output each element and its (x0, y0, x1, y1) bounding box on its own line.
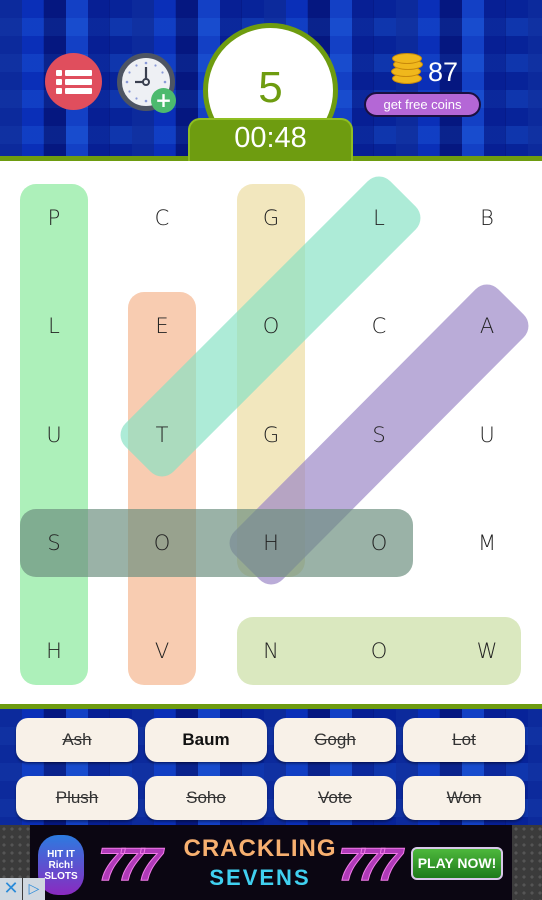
grid-cell[interactable]: G (241, 198, 301, 238)
highlight-vote (128, 292, 196, 685)
grid-cell[interactable]: S (349, 415, 409, 455)
word-tile-vote[interactable]: Vote (274, 776, 396, 820)
grid-cell[interactable]: O (132, 523, 192, 563)
menu-button[interactable] (45, 53, 102, 110)
grid-cell[interactable]: W (457, 631, 517, 671)
word-tile-ash[interactable]: Ash (16, 718, 138, 762)
word-tile-baum[interactable]: Baum (145, 718, 267, 762)
ad-creative[interactable]: HIT IT Rich! SLOTS 777 CRACKLING SEVENS … (30, 825, 512, 900)
coin-stack-icon (391, 53, 423, 86)
close-icon[interactable]: ✕ (0, 878, 22, 900)
grid-cell[interactable]: N (241, 631, 301, 671)
grid-cell[interactable]: B (457, 198, 517, 238)
ad-banner[interactable]: HIT IT Rich! SLOTS 777 CRACKLING SEVENS … (0, 825, 542, 900)
ad-sevens-left: 777 (98, 838, 164, 891)
plus-icon: + (151, 88, 176, 113)
ad-sevens-right: 777 (338, 838, 404, 891)
letter-grid[interactable]: P C G L B L E O C A U T G S U S O H O M H V N O W (0, 161, 542, 704)
grid-cell[interactable]: L (24, 306, 84, 346)
ad-subtitle: SEVENS (209, 865, 311, 890)
coins-count: 87 (428, 57, 459, 87)
word-tile-lot[interactable]: Lot (403, 718, 525, 762)
grid-cell[interactable]: C (349, 306, 409, 346)
grid-cell[interactable]: O (349, 523, 409, 563)
grid-cell[interactable]: G (241, 415, 301, 455)
ad-play-now-button[interactable]: PLAY NOW! (411, 847, 503, 880)
grid-cell[interactable]: O (241, 306, 301, 346)
get-free-coins-button[interactable]: get free coins (364, 92, 481, 117)
grid-cell[interactable]: V (132, 631, 192, 671)
word-tile-plush[interactable]: Plush (16, 776, 138, 820)
list-icon (55, 69, 92, 76)
grid-cell[interactable]: A (457, 306, 517, 346)
ad-title: CRACKLING (183, 835, 337, 862)
grid-cell[interactable]: M (457, 523, 517, 563)
word-tile-gogh[interactable]: Gogh (274, 718, 396, 762)
grid-cell[interactable]: S (24, 523, 84, 563)
score-value: 5 (258, 63, 283, 112)
add-time-button[interactable]: + (117, 53, 177, 113)
timer-value: 00:48 (234, 122, 307, 154)
grid-cell[interactable]: C (132, 198, 192, 238)
word-tile-won[interactable]: Won (403, 776, 525, 820)
grid-cell[interactable]: H (24, 631, 84, 671)
grid-cell[interactable]: U (24, 415, 84, 455)
adchoices-icon[interactable]: ▷ (23, 878, 45, 900)
grid-cell[interactable]: T (132, 415, 192, 455)
grid-cell[interactable]: H (241, 523, 301, 563)
grid-cell[interactable]: L (349, 198, 409, 238)
grid-cell[interactable]: E (132, 306, 192, 346)
grid-cell[interactable]: O (349, 631, 409, 671)
grid-cell[interactable]: U (457, 415, 517, 455)
grid-cell[interactable]: P (24, 198, 84, 238)
word-tile-soho[interactable]: Soho (145, 776, 267, 820)
